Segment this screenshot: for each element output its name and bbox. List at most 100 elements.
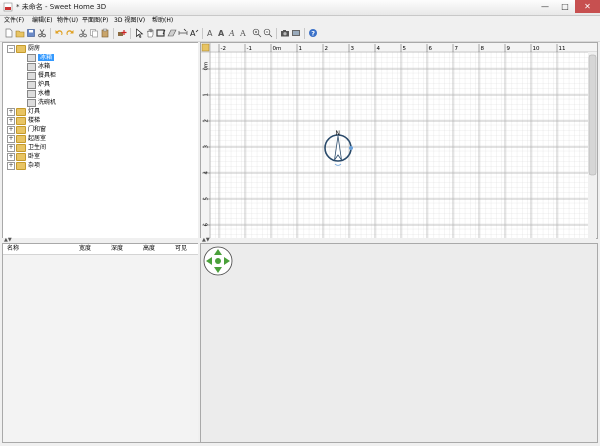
create-labels-icon[interactable]: A xyxy=(189,28,199,38)
pan-icon[interactable] xyxy=(145,28,155,38)
column-depth[interactable]: 深度 xyxy=(111,244,123,254)
splitter-arrows[interactable]: ▲▼ xyxy=(4,238,12,243)
photo-icon[interactable] xyxy=(280,28,290,38)
create-rooms-icon[interactable] xyxy=(167,28,177,38)
window-title: * 未命名 - Sweet Home 3D xyxy=(16,3,107,11)
create-walls-icon[interactable] xyxy=(156,28,166,38)
ruler-x-label: 0m xyxy=(273,46,282,52)
expand-toggle[interactable]: + xyxy=(7,125,15,134)
right-horizontal-splitter[interactable]: ▲▼ xyxy=(200,238,596,243)
navigation-arrows-control[interactable] xyxy=(203,246,233,276)
select-icon[interactable] xyxy=(134,28,144,38)
ruler-x-label: 11 xyxy=(559,46,566,52)
toolbar-separator xyxy=(130,28,131,39)
ruler-x-label: 4 xyxy=(377,46,381,52)
ruler-y-label: 5 xyxy=(204,197,210,201)
plan-vertical-scrollbar-thumb[interactable] xyxy=(588,54,597,176)
catalog-item[interactable]: 冰箱 xyxy=(27,53,55,62)
catalog-category-bathroom[interactable]: + 卫生间 xyxy=(7,143,46,152)
save-icon[interactable] xyxy=(26,28,36,38)
paste-icon[interactable] xyxy=(100,28,110,38)
copy-icon[interactable] xyxy=(89,28,99,38)
ruler-y-label: 6 xyxy=(204,223,210,227)
catalog-category-bedroom[interactable]: + 卧室 xyxy=(7,152,40,161)
catalog-item[interactable]: 水槽 xyxy=(27,89,50,98)
left-horizontal-splitter[interactable]: ▲▼ xyxy=(2,238,198,243)
sink-icon xyxy=(27,89,36,98)
catalog-category-misc[interactable]: + 杂项 xyxy=(7,161,40,170)
create-dimensions-icon[interactable] xyxy=(178,28,188,38)
catalog-item[interactable]: 冰箱 xyxy=(27,62,50,71)
expand-toggle[interactable]: + xyxy=(7,134,15,143)
compass-north-label: N xyxy=(336,130,341,137)
expand-toggle[interactable]: + xyxy=(7,143,15,152)
new-icon[interactable] xyxy=(4,28,14,38)
collapse-toggle[interactable]: − xyxy=(7,44,15,53)
catalog-item[interactable]: 炉具 xyxy=(27,80,50,89)
svg-text:A: A xyxy=(207,29,213,38)
catalog-item[interactable]: 洗碗机 xyxy=(27,98,56,107)
maximize-button[interactable]: □ xyxy=(555,0,575,13)
plan-view[interactable]: -2-10m1234567891011 0m123456 N xyxy=(200,42,598,239)
cupboard-icon xyxy=(27,71,36,80)
furniture-table-header: 名称 宽度 深度 高度 可见 xyxy=(3,244,199,255)
ruler-x-label: 7 xyxy=(455,46,459,52)
undo-icon[interactable] xyxy=(54,28,64,38)
menu-3d-view[interactable]: 3D 视图(V) xyxy=(114,16,145,26)
furniture-catalog-tree[interactable]: − 厨房 冰箱 冰箱 餐具柜 炉具 水槽 洗碗机 + 灯具 + 楼梯 + 门和窗 + 起居 xyxy=(2,42,200,239)
cut-icon[interactable] xyxy=(37,28,47,38)
menu-file[interactable]: 文件(F) xyxy=(4,16,24,26)
expand-toggle[interactable]: + xyxy=(7,116,15,125)
text-bold-icon[interactable]: A xyxy=(217,28,227,38)
video-icon[interactable] xyxy=(291,28,301,38)
splitter-arrows[interactable]: ▲▼ xyxy=(202,238,210,243)
catalog-category-living-room[interactable]: + 起居室 xyxy=(7,134,46,143)
folder-icon xyxy=(16,143,26,152)
menu-edit[interactable]: 编辑(E) xyxy=(32,16,52,26)
add-furniture-icon[interactable] xyxy=(117,28,127,38)
column-name[interactable]: 名称 xyxy=(7,244,19,254)
text-italic-icon[interactable]: A xyxy=(228,28,238,38)
toolbar-separator xyxy=(113,28,114,39)
zoom-out-icon[interactable] xyxy=(263,28,273,38)
fridge-icon xyxy=(27,62,36,71)
minimize-button[interactable]: — xyxy=(535,0,555,13)
expand-toggle[interactable]: + xyxy=(7,152,15,161)
zoom-in-icon[interactable] xyxy=(252,28,262,38)
expand-toggle[interactable]: + xyxy=(7,161,15,170)
menu-bar: 文件(F) 编辑(E) 物件(U) 平面图(P) 3D 视图(V) 帮助(H) xyxy=(0,16,600,26)
text-size-icon[interactable]: A xyxy=(206,28,216,38)
expand-toggle[interactable]: + xyxy=(7,107,15,116)
3d-view[interactable] xyxy=(200,243,598,443)
svg-text:A: A xyxy=(218,29,225,38)
ruler-x-label: 8 xyxy=(481,46,485,52)
stove-icon xyxy=(27,80,36,89)
redo-icon[interactable] xyxy=(65,28,75,38)
catalog-category-lights[interactable]: + 灯具 xyxy=(7,107,40,116)
ruler-x-label: -2 xyxy=(221,46,226,52)
cut2-icon[interactable] xyxy=(78,28,88,38)
catalog-item[interactable]: 餐具柜 xyxy=(27,71,56,80)
svg-text:A: A xyxy=(190,29,196,38)
title-bar[interactable]: * 未命名 - Sweet Home 3D — □ ✕ xyxy=(0,0,600,16)
menu-plan[interactable]: 平面图(P) xyxy=(82,16,108,26)
folder-icon xyxy=(16,152,26,161)
ruler-corner-icon xyxy=(201,43,210,52)
column-height[interactable]: 高度 xyxy=(143,244,155,254)
catalog-category-kitchen[interactable]: − 厨房 xyxy=(7,44,40,53)
menu-furniture[interactable]: 物件(U) xyxy=(57,16,78,26)
plan-canvas[interactable]: -2-10m1234567891011 0m123456 N xyxy=(201,43,597,238)
toolbar-separator xyxy=(304,28,305,39)
catalog-category-stairs[interactable]: + 楼梯 xyxy=(7,116,40,125)
column-visible[interactable]: 可见 xyxy=(175,244,187,254)
column-width[interactable]: 宽度 xyxy=(79,244,91,254)
svg-text:A: A xyxy=(228,29,235,38)
catalog-category-doors-windows[interactable]: + 门和窗 xyxy=(7,125,46,134)
furniture-list-table[interactable]: 名称 宽度 深度 高度 可见 xyxy=(2,243,200,443)
menu-help[interactable]: 帮助(H) xyxy=(152,16,173,26)
svg-text:?: ? xyxy=(311,30,315,38)
open-icon[interactable] xyxy=(15,28,25,38)
help-icon[interactable]: ? xyxy=(308,28,318,38)
text-style-icon[interactable]: A xyxy=(239,28,249,38)
close-button[interactable]: ✕ xyxy=(575,0,600,13)
